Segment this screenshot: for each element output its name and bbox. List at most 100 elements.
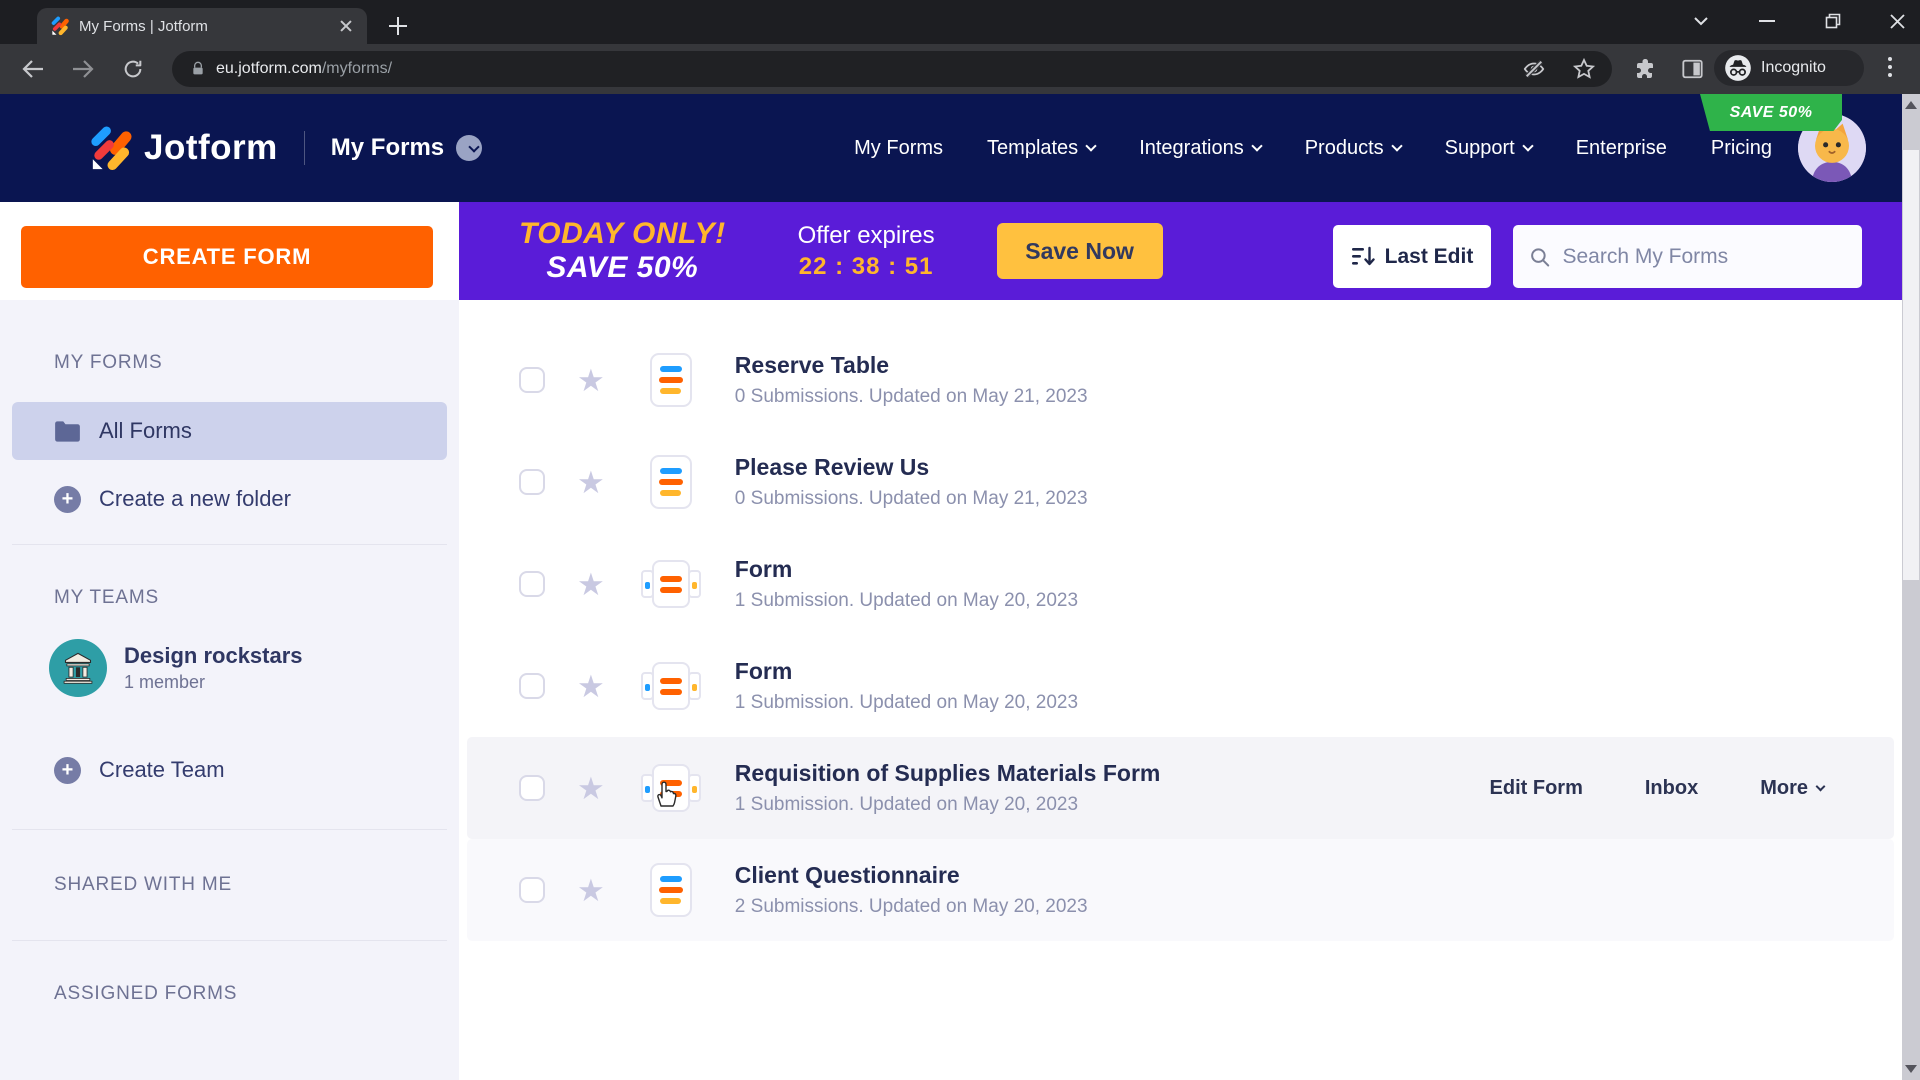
form-title[interactable]: Please Review Us xyxy=(735,454,1088,481)
chevron-down-icon xyxy=(467,140,480,153)
scroll-up-arrow[interactable] xyxy=(1902,96,1920,114)
inbox-button[interactable]: Inbox xyxy=(1645,777,1698,800)
shared-with-me-header: SHARED WITH ME xyxy=(54,874,232,895)
form-list-area: ★ Reserve Table 0 Submissions. Updated o… xyxy=(459,300,1902,1080)
scroll-down-arrow[interactable] xyxy=(1902,1060,1920,1078)
incognito-badge[interactable]: Incognito xyxy=(1714,50,1864,86)
browser-menu-icon[interactable] xyxy=(1882,54,1898,82)
minimize-button[interactable] xyxy=(1752,6,1782,36)
favorite-star-icon[interactable]: ★ xyxy=(577,773,605,804)
sort-last-edit-button[interactable]: Last Edit xyxy=(1333,225,1491,288)
team-member-count: 1 member xyxy=(124,672,206,692)
form-title[interactable]: Client Questionnaire xyxy=(735,862,1088,889)
chevron-down-icon xyxy=(1251,140,1263,152)
form-row[interactable]: ★ Please Review Us 0 Submissions. Update… xyxy=(467,431,1894,533)
form-row[interactable]: ★ Requisition of Supplies Materials Form… xyxy=(467,737,1894,839)
nav-item-pricing[interactable]: Pricing xyxy=(1711,137,1772,160)
form-meta: 1 Submission. Updated on May 20, 2023 xyxy=(734,590,1079,611)
form-row[interactable]: ★ Form 1 Submission. Updated on May 20, … xyxy=(467,533,1894,635)
new-tab-button[interactable] xyxy=(385,13,411,39)
navbar-links: My Forms Templates Integrations Products… xyxy=(854,137,1772,160)
favorite-star-icon[interactable]: ★ xyxy=(577,569,605,600)
url-text: eu.jotform.com/myforms/ xyxy=(216,60,393,77)
form-meta: 1 Submission. Updated on May 20, 2023 xyxy=(734,794,1079,815)
row-checkbox[interactable] xyxy=(519,367,545,393)
create-folder-button[interactable]: + Create a new folder xyxy=(12,470,447,528)
browser-tab-strip: My Forms | Jotform xyxy=(0,0,1920,44)
search-icon xyxy=(1531,247,1550,266)
close-window-button[interactable] xyxy=(1882,6,1912,36)
row-checkbox[interactable] xyxy=(519,571,545,597)
form-title[interactable]: Form xyxy=(735,658,1078,685)
scrollbar[interactable] xyxy=(1902,94,1920,1080)
bank-building-icon xyxy=(63,652,93,684)
favorite-star-icon[interactable]: ★ xyxy=(577,671,605,702)
chevron-down-icon xyxy=(1085,140,1097,152)
row-checkbox[interactable] xyxy=(519,877,545,903)
nav-item-templates[interactable]: Templates xyxy=(987,137,1097,160)
jotform-logo[interactable]: Jotform xyxy=(85,125,278,172)
form-type-icon xyxy=(641,353,701,407)
form-meta: 0 Submissions. Updated on May 21, 2023 xyxy=(734,488,1088,509)
restore-button[interactable] xyxy=(1818,6,1848,36)
side-panel-icon[interactable] xyxy=(1681,58,1704,85)
form-title[interactable]: Form xyxy=(735,556,1078,583)
favorite-star-icon[interactable]: ★ xyxy=(577,365,605,396)
row-checkbox[interactable] xyxy=(519,673,545,699)
nav-item-support[interactable]: Support xyxy=(1445,137,1534,160)
edit-form-button[interactable]: Edit Form xyxy=(1490,777,1583,800)
form-row[interactable]: ★ Client Questionnaire 2 Submissions. Up… xyxy=(467,839,1894,941)
save-now-button[interactable]: Save Now xyxy=(996,223,1163,279)
form-title[interactable]: Reserve Table xyxy=(735,352,1088,379)
create-form-button[interactable]: CREATE FORM xyxy=(21,226,433,288)
tab-search-icon[interactable] xyxy=(1686,6,1716,36)
incognito-icon xyxy=(1725,55,1751,81)
row-checkbox[interactable] xyxy=(519,469,545,495)
eye-off-icon[interactable] xyxy=(1522,58,1546,85)
incognito-label: Incognito xyxy=(1761,59,1826,76)
tab-close-icon[interactable] xyxy=(337,17,355,35)
form-row[interactable]: ★ Form 1 Submission. Updated on May 20, … xyxy=(467,635,1894,737)
create-team-button[interactable]: + Create Team xyxy=(12,741,447,799)
jotform-favicon xyxy=(49,16,69,36)
browser-tab[interactable]: My Forms | Jotform xyxy=(37,8,367,44)
nav-item-my-forms[interactable]: My Forms xyxy=(854,137,943,160)
row-actions: Edit Form Inbox More xyxy=(1490,737,1826,839)
back-button[interactable] xyxy=(16,52,50,86)
team-item-design-rockstars[interactable]: Design rockstars 1 member xyxy=(49,639,459,697)
bookmark-star-icon[interactable] xyxy=(1572,57,1596,86)
promo-headline: TODAY ONLY! SAVE 50% xyxy=(519,216,726,285)
workspace-switcher[interactable]: My Forms xyxy=(331,134,483,162)
sidebar-divider xyxy=(12,544,447,545)
address-bar[interactable]: eu.jotform.com/myforms/ xyxy=(172,51,1612,87)
nav-item-integrations[interactable]: Integrations xyxy=(1139,137,1263,160)
form-row[interactable]: ★ Reserve Table 0 Submissions. Updated o… xyxy=(467,329,1894,431)
form-type-icon xyxy=(641,455,701,509)
form-title[interactable]: Requisition of Supplies Materials Form xyxy=(735,760,1161,787)
assigned-forms-header: ASSIGNED FORMS xyxy=(54,983,238,1004)
sidebar-divider xyxy=(12,829,447,830)
form-meta: 2 Submissions. Updated on May 20, 2023 xyxy=(734,896,1088,917)
favorite-star-icon[interactable]: ★ xyxy=(577,875,605,906)
chevron-down-icon xyxy=(1815,781,1826,791)
team-name: Design rockstars xyxy=(124,643,303,668)
more-button[interactable]: More xyxy=(1760,777,1826,800)
tab-title: My Forms | Jotform xyxy=(79,17,208,35)
reload-button[interactable] xyxy=(116,52,150,86)
team-avatar xyxy=(49,639,107,697)
favorite-star-icon[interactable]: ★ xyxy=(577,467,605,498)
row-checkbox[interactable] xyxy=(519,775,545,801)
form-type-icon xyxy=(640,761,701,815)
forward-button[interactable] xyxy=(66,52,100,86)
search-input[interactable] xyxy=(1562,244,1846,269)
sidebar-item-all-forms[interactable]: All Forms xyxy=(12,402,447,460)
plus-icon: + xyxy=(54,485,81,513)
promo-countdown: Offer expires 22 : 38 : 51 xyxy=(797,221,935,280)
browser-toolbar: eu.jotform.com/myforms/ Incognito xyxy=(0,44,1920,94)
jotform-logo-text: Jotform xyxy=(144,128,278,167)
nav-item-enterprise[interactable]: Enterprise xyxy=(1576,137,1667,160)
nav-item-products[interactable]: Products xyxy=(1305,137,1403,160)
form-meta: 1 Submission. Updated on May 20, 2023 xyxy=(734,692,1079,713)
extensions-puzzle-icon[interactable] xyxy=(1632,57,1656,86)
scrollbar-thumb[interactable] xyxy=(1903,150,1919,580)
